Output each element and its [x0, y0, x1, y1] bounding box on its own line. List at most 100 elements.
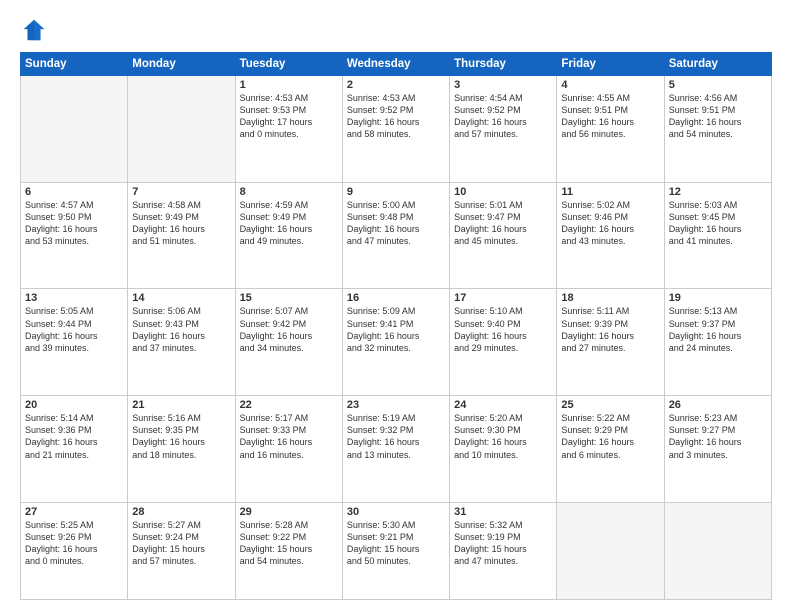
calendar-cell: [128, 76, 235, 183]
calendar-cell: 2Sunrise: 4:53 AM Sunset: 9:52 PM Daylig…: [342, 76, 449, 183]
calendar-week-3: 20Sunrise: 5:14 AM Sunset: 9:36 PM Dayli…: [21, 396, 772, 503]
page: SundayMondayTuesdayWednesdayThursdayFrid…: [0, 0, 792, 612]
calendar-header-tuesday: Tuesday: [235, 53, 342, 76]
day-number: 13: [25, 292, 123, 304]
day-number: 22: [240, 399, 338, 411]
day-info: Sunrise: 5:09 AM Sunset: 9:41 PM Dayligh…: [347, 305, 445, 354]
calendar-header-friday: Friday: [557, 53, 664, 76]
calendar-cell: 4Sunrise: 4:55 AM Sunset: 9:51 PM Daylig…: [557, 76, 664, 183]
day-number: 18: [561, 292, 659, 304]
calendar-cell: 24Sunrise: 5:20 AM Sunset: 9:30 PM Dayli…: [450, 396, 557, 503]
calendar-cell: 23Sunrise: 5:19 AM Sunset: 9:32 PM Dayli…: [342, 396, 449, 503]
calendar-cell: 3Sunrise: 4:54 AM Sunset: 9:52 PM Daylig…: [450, 76, 557, 183]
calendar-cell: 22Sunrise: 5:17 AM Sunset: 9:33 PM Dayli…: [235, 396, 342, 503]
day-number: 16: [347, 292, 445, 304]
day-info: Sunrise: 5:32 AM Sunset: 9:19 PM Dayligh…: [454, 519, 552, 568]
day-number: 11: [561, 186, 659, 198]
calendar-cell: 8Sunrise: 4:59 AM Sunset: 9:49 PM Daylig…: [235, 182, 342, 289]
calendar-header-monday: Monday: [128, 53, 235, 76]
calendar-header-saturday: Saturday: [664, 53, 771, 76]
day-number: 12: [669, 186, 767, 198]
calendar-cell: 30Sunrise: 5:30 AM Sunset: 9:21 PM Dayli…: [342, 502, 449, 599]
day-info: Sunrise: 4:57 AM Sunset: 9:50 PM Dayligh…: [25, 199, 123, 248]
day-info: Sunrise: 5:05 AM Sunset: 9:44 PM Dayligh…: [25, 305, 123, 354]
calendar-cell: 31Sunrise: 5:32 AM Sunset: 9:19 PM Dayli…: [450, 502, 557, 599]
day-info: Sunrise: 5:14 AM Sunset: 9:36 PM Dayligh…: [25, 412, 123, 461]
day-info: Sunrise: 5:19 AM Sunset: 9:32 PM Dayligh…: [347, 412, 445, 461]
day-number: 20: [25, 399, 123, 411]
day-number: 9: [347, 186, 445, 198]
day-number: 25: [561, 399, 659, 411]
day-info: Sunrise: 5:30 AM Sunset: 9:21 PM Dayligh…: [347, 519, 445, 568]
calendar-table: SundayMondayTuesdayWednesdayThursdayFrid…: [20, 52, 772, 600]
calendar-cell: 18Sunrise: 5:11 AM Sunset: 9:39 PM Dayli…: [557, 289, 664, 396]
day-number: 6: [25, 186, 123, 198]
day-info: Sunrise: 5:22 AM Sunset: 9:29 PM Dayligh…: [561, 412, 659, 461]
day-info: Sunrise: 4:55 AM Sunset: 9:51 PM Dayligh…: [561, 92, 659, 141]
calendar-cell: 28Sunrise: 5:27 AM Sunset: 9:24 PM Dayli…: [128, 502, 235, 599]
calendar-cell: 9Sunrise: 5:00 AM Sunset: 9:48 PM Daylig…: [342, 182, 449, 289]
day-number: 23: [347, 399, 445, 411]
calendar-header-thursday: Thursday: [450, 53, 557, 76]
day-info: Sunrise: 4:54 AM Sunset: 9:52 PM Dayligh…: [454, 92, 552, 141]
day-info: Sunrise: 5:00 AM Sunset: 9:48 PM Dayligh…: [347, 199, 445, 248]
calendar-cell: 19Sunrise: 5:13 AM Sunset: 9:37 PM Dayli…: [664, 289, 771, 396]
day-info: Sunrise: 4:56 AM Sunset: 9:51 PM Dayligh…: [669, 92, 767, 141]
calendar-header-sunday: Sunday: [21, 53, 128, 76]
day-info: Sunrise: 5:28 AM Sunset: 9:22 PM Dayligh…: [240, 519, 338, 568]
day-number: 3: [454, 79, 552, 91]
day-number: 1: [240, 79, 338, 91]
calendar-header-wednesday: Wednesday: [342, 53, 449, 76]
day-info: Sunrise: 4:59 AM Sunset: 9:49 PM Dayligh…: [240, 199, 338, 248]
day-number: 26: [669, 399, 767, 411]
day-info: Sunrise: 5:13 AM Sunset: 9:37 PM Dayligh…: [669, 305, 767, 354]
calendar-cell: 13Sunrise: 5:05 AM Sunset: 9:44 PM Dayli…: [21, 289, 128, 396]
day-number: 28: [132, 506, 230, 518]
day-info: Sunrise: 5:02 AM Sunset: 9:46 PM Dayligh…: [561, 199, 659, 248]
day-info: Sunrise: 5:07 AM Sunset: 9:42 PM Dayligh…: [240, 305, 338, 354]
logo-icon: [20, 16, 48, 44]
calendar-cell: 17Sunrise: 5:10 AM Sunset: 9:40 PM Dayli…: [450, 289, 557, 396]
day-number: 21: [132, 399, 230, 411]
day-number: 14: [132, 292, 230, 304]
calendar-cell: 6Sunrise: 4:57 AM Sunset: 9:50 PM Daylig…: [21, 182, 128, 289]
calendar-cell: 10Sunrise: 5:01 AM Sunset: 9:47 PM Dayli…: [450, 182, 557, 289]
calendar-week-2: 13Sunrise: 5:05 AM Sunset: 9:44 PM Dayli…: [21, 289, 772, 396]
day-info: Sunrise: 4:53 AM Sunset: 9:53 PM Dayligh…: [240, 92, 338, 141]
calendar-cell: 14Sunrise: 5:06 AM Sunset: 9:43 PM Dayli…: [128, 289, 235, 396]
header: [20, 16, 772, 44]
calendar-cell: 29Sunrise: 5:28 AM Sunset: 9:22 PM Dayli…: [235, 502, 342, 599]
day-number: 27: [25, 506, 123, 518]
day-number: 31: [454, 506, 552, 518]
day-info: Sunrise: 4:58 AM Sunset: 9:49 PM Dayligh…: [132, 199, 230, 248]
day-number: 24: [454, 399, 552, 411]
calendar-cell: 12Sunrise: 5:03 AM Sunset: 9:45 PM Dayli…: [664, 182, 771, 289]
day-info: Sunrise: 5:06 AM Sunset: 9:43 PM Dayligh…: [132, 305, 230, 354]
day-info: Sunrise: 5:10 AM Sunset: 9:40 PM Dayligh…: [454, 305, 552, 354]
calendar-cell: 7Sunrise: 4:58 AM Sunset: 9:49 PM Daylig…: [128, 182, 235, 289]
day-info: Sunrise: 5:20 AM Sunset: 9:30 PM Dayligh…: [454, 412, 552, 461]
calendar-cell: 26Sunrise: 5:23 AM Sunset: 9:27 PM Dayli…: [664, 396, 771, 503]
day-number: 29: [240, 506, 338, 518]
day-info: Sunrise: 4:53 AM Sunset: 9:52 PM Dayligh…: [347, 92, 445, 141]
day-number: 4: [561, 79, 659, 91]
logo: [20, 16, 52, 44]
calendar-cell: 16Sunrise: 5:09 AM Sunset: 9:41 PM Dayli…: [342, 289, 449, 396]
day-info: Sunrise: 5:27 AM Sunset: 9:24 PM Dayligh…: [132, 519, 230, 568]
day-info: Sunrise: 5:11 AM Sunset: 9:39 PM Dayligh…: [561, 305, 659, 354]
calendar-cell: [21, 76, 128, 183]
calendar-header-row: SundayMondayTuesdayWednesdayThursdayFrid…: [21, 53, 772, 76]
calendar-cell: 15Sunrise: 5:07 AM Sunset: 9:42 PM Dayli…: [235, 289, 342, 396]
day-number: 15: [240, 292, 338, 304]
calendar-cell: 20Sunrise: 5:14 AM Sunset: 9:36 PM Dayli…: [21, 396, 128, 503]
day-number: 19: [669, 292, 767, 304]
day-number: 5: [669, 79, 767, 91]
day-info: Sunrise: 5:17 AM Sunset: 9:33 PM Dayligh…: [240, 412, 338, 461]
day-info: Sunrise: 5:25 AM Sunset: 9:26 PM Dayligh…: [25, 519, 123, 568]
calendar-cell: [557, 502, 664, 599]
calendar-cell: 5Sunrise: 4:56 AM Sunset: 9:51 PM Daylig…: [664, 76, 771, 183]
calendar-cell: [664, 502, 771, 599]
calendar-cell: 27Sunrise: 5:25 AM Sunset: 9:26 PM Dayli…: [21, 502, 128, 599]
day-info: Sunrise: 5:16 AM Sunset: 9:35 PM Dayligh…: [132, 412, 230, 461]
calendar-cell: 1Sunrise: 4:53 AM Sunset: 9:53 PM Daylig…: [235, 76, 342, 183]
